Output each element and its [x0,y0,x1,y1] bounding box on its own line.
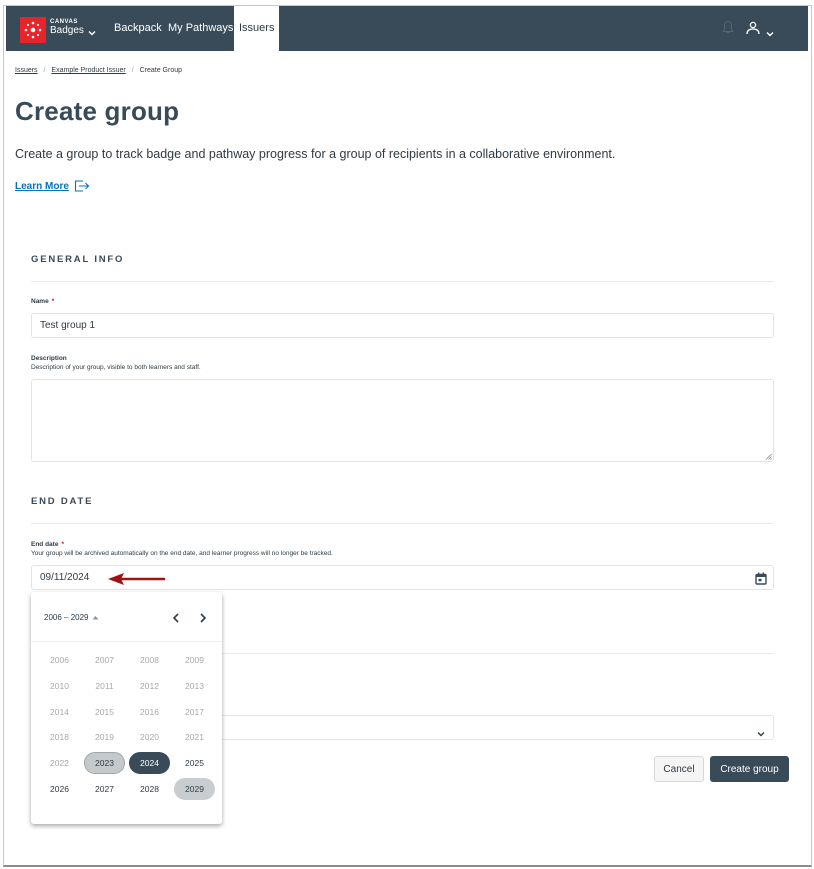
year-option-2008: 2008 [140,655,159,665]
year-option-2016: 2016 [140,706,159,717]
year-option-2009: 2009 [185,655,204,665]
nav-link-backpack[interactable]: Backpack [114,6,162,51]
required-mark: * [51,298,55,305]
nav-link-my-pathways[interactable]: My Pathways [168,6,233,51]
section-heading-end-date: END DATE [31,496,94,507]
year-option-2006: 2006 [50,655,69,665]
caret-up-icon [92,616,98,620]
year-option-2015: 2015 [95,706,114,717]
year-option-2026[interactable]: 2026 [39,778,80,800]
chevron-down-icon [757,724,765,742]
cancel-button[interactable]: Cancel [654,756,704,782]
create-group-button[interactable]: Create group [710,756,789,782]
year-option-2019: 2019 [95,732,114,743]
year-range-toggle[interactable]: 2006 – 2029 [44,613,99,622]
breadcrumb-separator: / [43,67,46,74]
page-title: Create group [15,96,180,126]
year-option-2025[interactable]: 2025 [174,752,215,774]
chevron-left-icon [172,613,179,623]
end-date-label: End date * [31,541,64,548]
end-date-label-text: End date [31,541,59,548]
resize-handle-icon[interactable] [765,453,772,460]
name-label: Name * [31,298,54,305]
year-option-2020: 2020 [140,732,159,743]
name-input[interactable]: Test group 1 [31,313,774,338]
year-option-2028[interactable]: 2028 [129,778,170,800]
chevron-down-icon[interactable] [88,23,96,41]
select-dropdown[interactable] [220,715,774,740]
year-grid: 2006 2007 2008 2009 2010 2011 2012 2013 2014 2015… [37,647,217,802]
breadcrumb-current: Create Group [139,67,183,74]
learn-more-link[interactable]: Learn More [15,180,90,192]
year-option-2014: 2014 [50,706,69,717]
year-option-2024[interactable]: 2024 [129,752,170,775]
brand-name[interactable]: CANVAS Badges [50,19,84,36]
bell-icon[interactable] [722,20,734,40]
year-option-2018: 2018 [50,732,69,743]
breadcrumb-separator: / [131,67,134,74]
description-textarea[interactable] [31,379,774,462]
description-label: Description [31,355,67,362]
previous-range-button[interactable] [172,611,180,629]
year-option-2027[interactable]: 2027 [84,778,125,800]
year-option-2022: 2022 [50,758,69,769]
year-option-2012: 2012 [140,680,159,691]
section-divider [31,523,774,524]
breadcrumb: Issuers / Example Product Issuer / Creat… [15,67,182,74]
brand-big-text: Badges [50,25,84,36]
end-date-help: Your group will be archived automaticall… [31,550,333,557]
breadcrumb-example-product-issuer[interactable]: Example Product Issuer [51,67,125,74]
year-option-2011: 2011 [95,680,114,691]
name-label-text: Name [31,298,49,305]
top-navigation: CANVAS Badges Backpack My Pathways Issue… [6,6,808,51]
year-option-2029[interactable]: 2029 [174,777,215,800]
section-divider [31,281,774,282]
nav-link-issuers[interactable]: Issuers [234,6,280,51]
calendar-icon[interactable] [755,571,767,594]
canvas-logo-icon[interactable] [20,17,46,43]
year-option-2010: 2010 [50,680,69,691]
description-help: Description of your group, visible to bo… [31,364,201,371]
end-date-value: 09/11/2024 [40,572,90,583]
year-option-2017: 2017 [185,706,204,717]
year-option-2021: 2021 [185,732,204,743]
year-picker-popover: 2006 – 2029 2006 2007 2008 2009 2010 2011 2012… [31,592,222,824]
external-link-icon [74,180,90,192]
breadcrumb-issuers[interactable]: Issuers [15,67,38,74]
next-range-button[interactable] [199,611,207,629]
picker-divider [31,641,222,642]
chevron-down-icon[interactable] [766,24,774,42]
chevron-right-icon [200,613,207,623]
year-option-2013: 2013 [185,680,204,691]
year-option-2023[interactable]: 2023 [84,752,125,775]
section-divider [222,653,774,654]
learn-more-label: Learn More [15,180,69,192]
section-heading-general-info: GENERAL INFO [31,254,125,265]
page-subtitle: Create a group to track badge and pathwa… [15,147,616,161]
year-range-label: 2006 – 2029 [44,613,89,622]
annotation-arrow-icon [108,573,166,585]
user-icon[interactable] [745,20,761,41]
required-mark: * [61,541,64,548]
year-option-2007: 2007 [95,655,114,665]
